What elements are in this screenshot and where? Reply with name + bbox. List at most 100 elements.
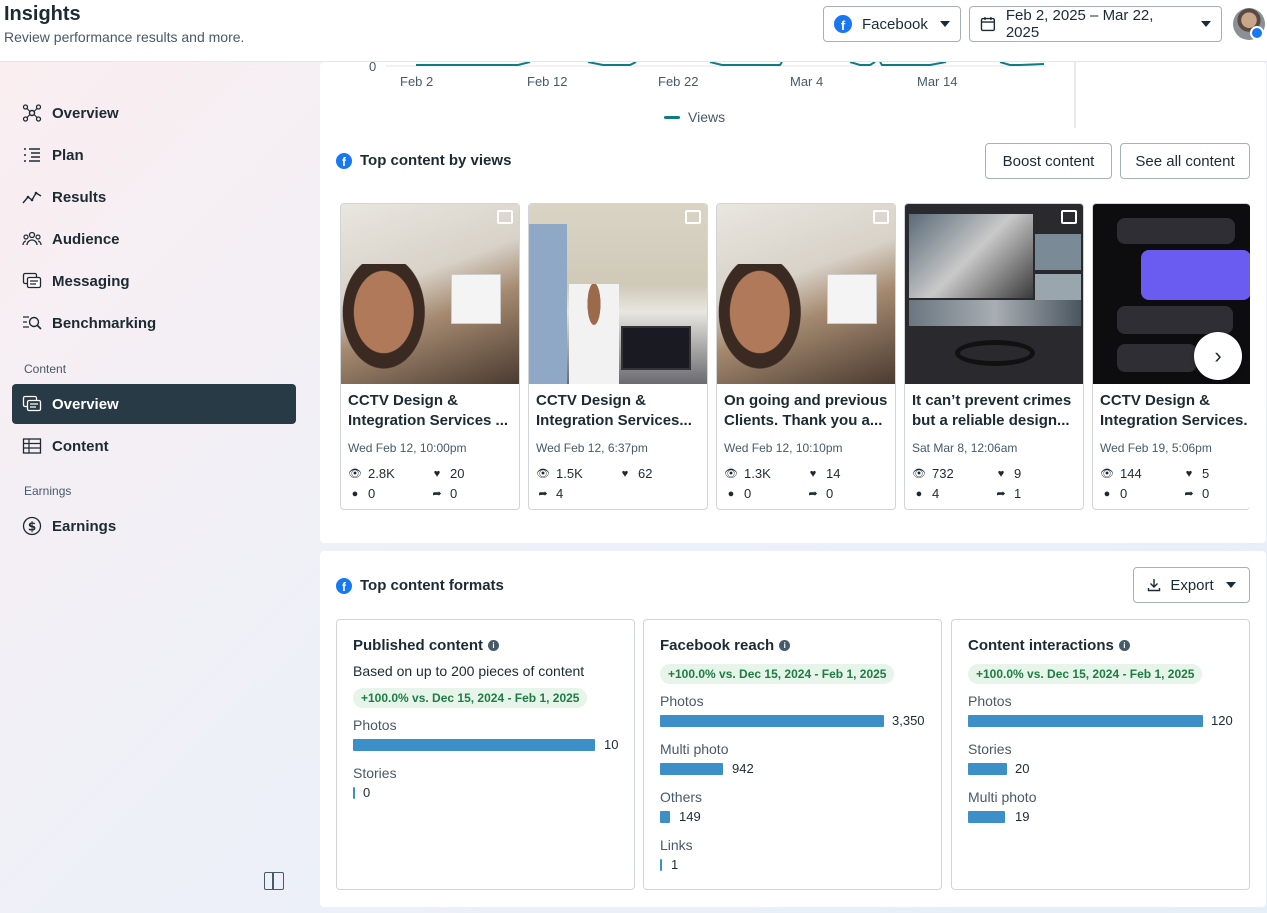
shares-value: 4 bbox=[556, 486, 564, 501]
sidebar-item-content[interactable]: Content bbox=[12, 426, 296, 466]
change-badge: +100.0% vs. Dec 15, 2024 - Feb 1, 2025 bbox=[660, 664, 895, 684]
section-title-text: Top content formats bbox=[360, 577, 504, 594]
collapse-sidebar-icon[interactable] bbox=[264, 872, 284, 890]
comments-stat: ● 0 bbox=[724, 486, 752, 501]
likes-stat: ♥ 9 bbox=[994, 466, 1022, 481]
comment-icon: ● bbox=[915, 487, 923, 500]
heart-icon: ♥ bbox=[809, 467, 817, 480]
export-button[interactable]: Export bbox=[1133, 567, 1250, 603]
format-label: Links bbox=[660, 837, 693, 853]
shares-stat: ➦ 1 bbox=[994, 486, 1021, 501]
share-icon: ➦ bbox=[808, 488, 818, 500]
top-formats-title: f Top content formats bbox=[336, 577, 504, 594]
comment-icon: ● bbox=[727, 487, 735, 500]
share-icon: ➦ bbox=[538, 488, 548, 500]
date-range-selector[interactable]: Feb 2, 2025 – Mar 22, 2025 bbox=[969, 6, 1222, 42]
eye-icon: 👁 bbox=[1100, 468, 1114, 480]
y-tick-zero: 0 bbox=[369, 59, 377, 74]
content-title-line: It can’t prevent crimes bbox=[912, 392, 1072, 409]
panel-note: Based on up to 200 pieces of content bbox=[353, 663, 585, 679]
content-interactions-panel: Content interactions i +100.0% vs. Dec 1… bbox=[951, 619, 1250, 890]
content-title: On going and previous Clients. Thank you… bbox=[724, 391, 890, 431]
sidebar-item-results[interactable]: Results bbox=[12, 177, 296, 217]
page-title: Insights bbox=[4, 3, 81, 25]
formats-card: f Top content formats Export Published c… bbox=[320, 551, 1266, 907]
facebook-icon: f bbox=[834, 15, 852, 33]
sidebar-item-messaging[interactable]: Messaging bbox=[12, 261, 296, 301]
calendar-icon bbox=[980, 17, 996, 32]
content-tile[interactable]: CCTV Design & Integration Services ... W… bbox=[340, 203, 520, 510]
views-stat: 👁 2.8K bbox=[348, 466, 395, 481]
info-icon[interactable]: i bbox=[1118, 640, 1130, 651]
sidebar-item-label: Overview bbox=[52, 104, 119, 122]
comments-value: 0 bbox=[744, 486, 752, 501]
info-icon[interactable]: i bbox=[779, 640, 791, 651]
date-range-label: Feb 2, 2025 – Mar 22, 2025 bbox=[1005, 7, 1154, 41]
boost-content-button[interactable]: Boost content bbox=[985, 143, 1112, 179]
format-value: 0 bbox=[363, 785, 371, 800]
sidebar-item-overview[interactable]: Overview bbox=[12, 93, 296, 133]
panel-title: Published content i bbox=[353, 637, 500, 654]
content-title: CCTV Design & Integration Services. bbox=[1100, 391, 1250, 431]
format-bar bbox=[660, 811, 670, 823]
info-icon[interactable]: i bbox=[488, 640, 500, 651]
plan-icon bbox=[22, 145, 42, 165]
format-value: 10 bbox=[604, 737, 619, 752]
audience-icon bbox=[22, 229, 42, 249]
content-tile[interactable]: CCTV Design & Integration Services... We… bbox=[528, 203, 708, 510]
photo-icon bbox=[497, 210, 513, 224]
content-tile[interactable]: On going and previous Clients. Thank you… bbox=[716, 203, 896, 510]
comments-stat: ● 4 bbox=[912, 486, 940, 501]
format-bar bbox=[353, 739, 595, 751]
content-date: Wed Feb 12, 10:00pm bbox=[348, 441, 467, 455]
sidebar-item-label: Earnings bbox=[52, 517, 117, 535]
platform-selector[interactable]: f Facebook bbox=[823, 6, 961, 42]
heart-icon: ♥ bbox=[1185, 467, 1193, 480]
overview-icon bbox=[22, 103, 42, 123]
sidebar-item-earnings[interactable]: $ Earnings bbox=[12, 506, 296, 546]
panel-title-text: Published content bbox=[353, 637, 484, 654]
top-header: Insights Review performance results and … bbox=[0, 0, 1267, 62]
sidebar-item-label: Overview bbox=[52, 395, 119, 413]
legend-swatch bbox=[664, 115, 680, 119]
views-stat: 👁 732 bbox=[912, 466, 954, 481]
page-subtitle: Review performance results and more. bbox=[4, 29, 245, 45]
carousel-next-button[interactable]: › bbox=[1194, 332, 1242, 380]
content-title-line: Integration Services ... bbox=[348, 412, 509, 429]
content-title-line: CCTV Design & bbox=[348, 392, 459, 409]
sidebar-item-plan[interactable]: Plan bbox=[12, 135, 296, 175]
facebook-badge-icon bbox=[1250, 26, 1264, 40]
chevron-down-icon bbox=[1201, 21, 1211, 27]
sidebar-item-audience[interactable]: Audience bbox=[12, 219, 296, 259]
svg-text:$: $ bbox=[28, 520, 36, 534]
content-tile[interactable]: It can’t prevent crimes but a reliable d… bbox=[904, 203, 1084, 510]
comment-icon: ● bbox=[1103, 487, 1111, 500]
content-date: Wed Feb 12, 10:10pm bbox=[724, 441, 843, 455]
shares-stat: ➦ 0 bbox=[430, 486, 457, 501]
sidebar-item-content-overview[interactable]: Overview bbox=[12, 384, 296, 424]
x-tick-label: Mar 14 bbox=[917, 74, 958, 89]
format-value: 942 bbox=[732, 761, 754, 776]
change-badge: +100.0% vs. Dec 15, 2024 - Feb 1, 2025 bbox=[968, 664, 1203, 684]
content-date: Sat Mar 8, 12:06am bbox=[912, 441, 1018, 455]
sidebar-item-label: Results bbox=[52, 188, 107, 206]
content-thumbnail bbox=[529, 204, 707, 384]
format-label: Photos bbox=[968, 693, 1012, 709]
format-bar bbox=[353, 787, 355, 799]
format-label: Stories bbox=[353, 765, 397, 781]
sidebar: Overview Plan Results Audience Messaging… bbox=[0, 62, 310, 913]
content-thumbnail bbox=[905, 204, 1083, 384]
sidebar-item-benchmarking[interactable]: Benchmarking bbox=[12, 303, 296, 343]
likes-value: 14 bbox=[826, 466, 841, 481]
likes-stat: ♥ 20 bbox=[430, 466, 465, 481]
shares-stat: ➦ 0 bbox=[1182, 486, 1209, 501]
views-stat: 👁 1.3K bbox=[724, 466, 771, 481]
format-value: 3,350 bbox=[892, 713, 925, 728]
content-title: It can’t prevent crimes but a reliable d… bbox=[912, 391, 1078, 431]
sidebar-item-label: Content bbox=[52, 437, 109, 455]
content-title: CCTV Design & Integration Services... bbox=[536, 391, 702, 431]
see-all-content-button[interactable]: See all content bbox=[1120, 143, 1250, 179]
dollar-icon: $ bbox=[22, 516, 42, 536]
platform-selector-label: Facebook bbox=[862, 15, 928, 33]
format-value: 19 bbox=[1015, 809, 1030, 824]
